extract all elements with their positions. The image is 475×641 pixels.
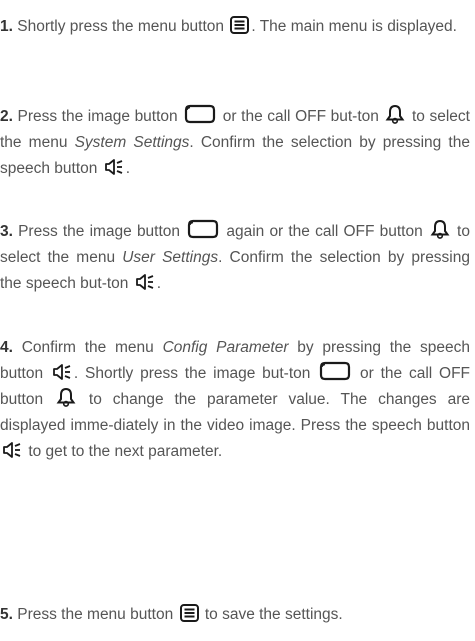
step-text: Press the image button [18,223,181,240]
step-text: . The main menu is displayed. [251,18,457,35]
step-text: . [156,275,162,292]
image-button-icon [187,219,219,239]
step-3: 3. Press the image button again or the c… [0,219,470,297]
step-text: Confirm the menu [21,339,154,356]
speaker-icon [2,441,22,459]
menu-name: System Settings [74,134,190,151]
step-4: 4. Confirm the menu Config Parameter by … [0,335,470,465]
speaker-icon [104,158,124,176]
step-text: Press the menu button [17,606,174,623]
step-number: 4. [0,339,13,356]
step-text: . Shortly press the image but-ton [73,365,311,382]
step-1: 1. Shortly press the menu button . The m… [0,14,470,40]
step-text: or the call OFF but-ton [222,108,379,125]
speaker-icon [135,273,155,291]
image-button-icon [184,104,216,124]
step-number: 5. [0,606,13,623]
step-5: 5. Press the menu button to save the set… [0,602,470,628]
step-text: Press the image button [17,108,178,125]
speaker-icon [52,363,72,381]
step-number: 1. [0,18,13,35]
step-text: . Confirm the selection by pressing the … [0,134,470,177]
menu-button-icon [230,16,250,34]
menu-button-icon [179,604,199,622]
instruction-page: 1. Shortly press the menu button . The m… [0,0,475,641]
step-text: Shortly press the menu button [17,18,225,35]
step-text: to save the settings. [204,606,343,623]
bell-icon [430,219,450,239]
image-button-icon [319,361,351,381]
step-text: to get to the next parameter. [28,443,223,460]
step-number: 2. [0,108,13,125]
menu-name: Config Parameter [162,339,289,356]
step-text: . [125,160,131,177]
step-text: again or the call OFF button [226,223,423,240]
bell-icon [385,104,405,124]
bell-icon [56,387,76,407]
menu-name: User Settings [122,249,219,266]
step-2: 2. Press the image button or the call OF… [0,104,470,182]
step-number: 3. [0,223,13,240]
